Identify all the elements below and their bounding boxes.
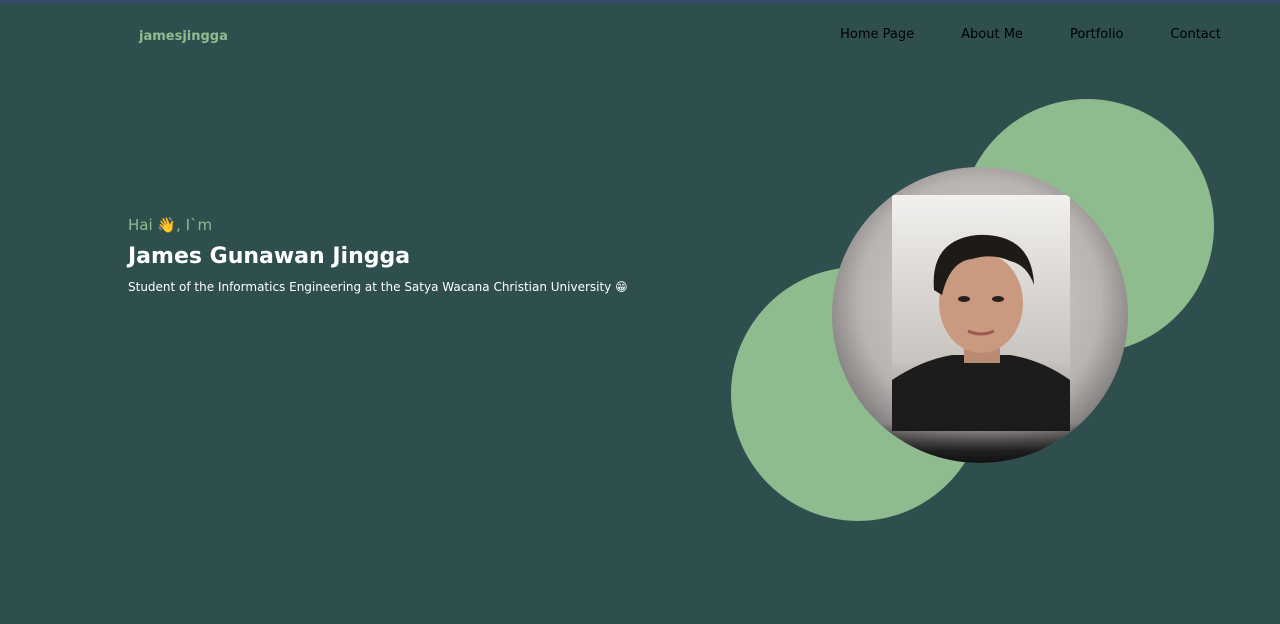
nav-about-me[interactable]: About Me [961, 27, 1023, 42]
nav-portfolio[interactable]: Portfolio [1070, 27, 1123, 42]
person-silhouette-icon [892, 234, 1070, 431]
photo-bottom-shade [832, 423, 1128, 463]
hero-section: Hai 👋, I`m James Gunawan Jingga Student … [128, 214, 688, 296]
nav-home-page[interactable]: Home Page [840, 27, 914, 42]
hero-greeting: Hai 👋, I`m [128, 216, 213, 234]
nav-contact[interactable]: Contact [1170, 27, 1221, 42]
nav-links: Home Page About Me Portfolio Contact [793, 27, 1221, 42]
hero-name: James Gunawan Jingga [128, 244, 411, 269]
profile-photo [832, 167, 1128, 463]
hero-tagline: Student of the Informatics Engineering a… [128, 280, 628, 294]
brand-logo[interactable]: jamesjingga [139, 29, 228, 44]
navbar: jamesjingga Home Page About Me Portfolio… [0, 3, 1280, 67]
